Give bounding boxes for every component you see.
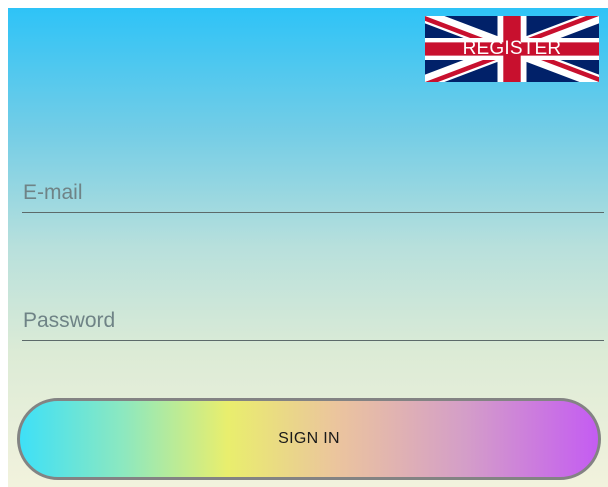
login-screen: REGISTER SIGN IN <box>8 8 608 487</box>
register-button[interactable]: REGISTER <box>425 16 599 82</box>
sign-in-label: SIGN IN <box>278 430 340 447</box>
register-label: REGISTER <box>462 38 562 59</box>
password-field[interactable] <box>22 301 604 341</box>
email-field[interactable] <box>22 173 604 213</box>
sign-in-button[interactable]: SIGN IN <box>17 398 601 480</box>
